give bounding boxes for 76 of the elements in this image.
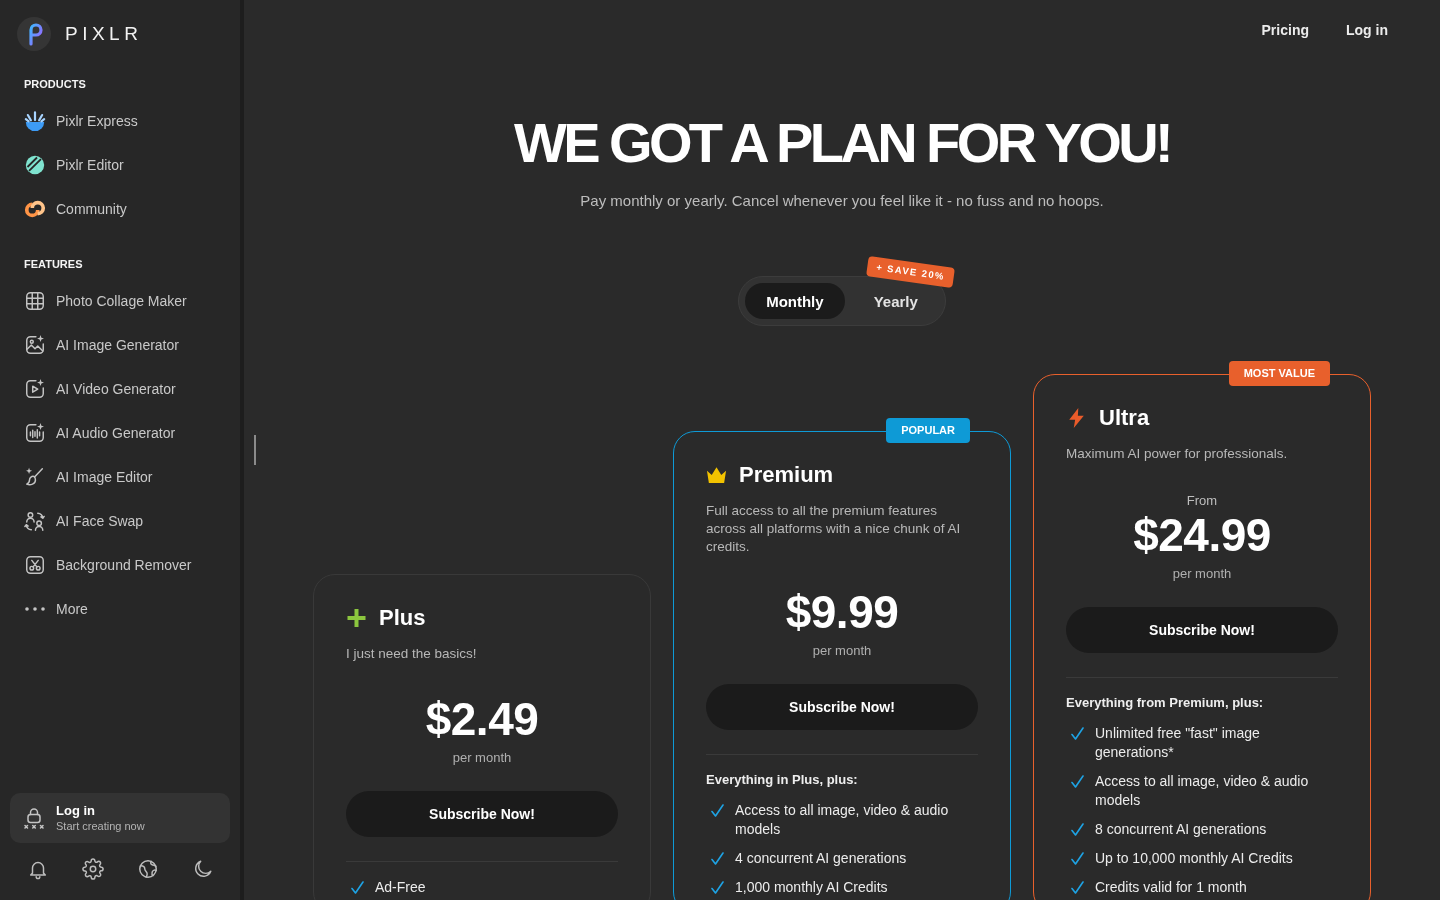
sidebar-item[interactable]: Pixlr Editor: [24, 154, 124, 176]
plan-description: Maximum AI power for professionals.: [1066, 445, 1289, 463]
sidebar-item[interactable]: AI Video Generator: [24, 378, 176, 400]
page-title: WE GOT A PLAN FOR YOU!: [513, 114, 1170, 172]
price-period: per month: [452, 749, 512, 767]
image-sparkle-icon: [24, 334, 46, 356]
check-icon: [1071, 727, 1084, 740]
video-sparkle-icon: [24, 378, 46, 400]
check-icon: [1071, 823, 1084, 836]
lock-icon: [24, 807, 44, 829]
feature-text: Access to all image, video & audio models: [1095, 772, 1310, 810]
check-icon: [1071, 852, 1084, 865]
check-icon: [1071, 775, 1084, 788]
check-icon: [711, 881, 724, 894]
sidebar-item[interactable]: Background Remover: [24, 554, 192, 576]
plan-price: $24.99: [1133, 509, 1271, 561]
sidebar-item[interactable]: AI Image Editor: [24, 466, 153, 488]
subscribe-button[interactable]: Subscribe Now!: [706, 684, 978, 730]
feature-text: Credits valid for 1 month: [1095, 878, 1247, 897]
sidebar-item[interactable]: AI Image Generator: [24, 334, 179, 356]
sidebar-item[interactable]: AI Audio Generator: [24, 422, 176, 444]
plan-name: Plus: [379, 604, 426, 632]
discount-badge: + SAVE 20%: [865, 256, 955, 288]
check-icon: [711, 804, 724, 817]
nav-link[interactable]: Log in: [1346, 22, 1388, 38]
resize-handle[interactable]: [254, 435, 256, 465]
check-icon: [351, 881, 364, 894]
plan-name: Ultra: [1099, 404, 1150, 432]
page-subtitle: Pay monthly or yearly. Cancel whenever you feel like it - no fuss and no hoops.: [580, 191, 1104, 211]
logo-icon[interactable]: [17, 17, 51, 51]
feature-text: 4 concurrent AI generations: [735, 849, 907, 868]
sidebar-item[interactable]: AI Face Swap: [24, 510, 144, 532]
section-heading: PRODUCTS: [24, 77, 86, 91]
nav-link[interactable]: Pricing: [1261, 22, 1309, 38]
audio-wave-icon: [24, 422, 46, 444]
grid-icon: [24, 290, 46, 312]
plan-badge: POPULAR: [886, 418, 970, 443]
moon-icon[interactable]: [192, 858, 214, 880]
plan-description: Full access to all the premium features across all platforms with a nice chunk of AI credits.: [706, 502, 962, 556]
feature-text: Up to 10,000 monthly AI Credits: [1095, 849, 1293, 868]
feature-text: Access to all image, video & audio models: [735, 801, 950, 839]
section-heading: FEATURES: [24, 257, 83, 271]
feature-text: 8 concurrent AI generations: [1095, 820, 1267, 839]
subscribe-button[interactable]: Subscribe Now!: [346, 791, 618, 837]
check-icon: [1071, 881, 1084, 894]
plan-name: Premium: [739, 461, 834, 489]
sidebar-item[interactable]: Community: [24, 198, 127, 220]
subscribe-button[interactable]: Subscribe Now!: [1066, 607, 1338, 653]
login-button[interactable]: Log in Start creating now: [10, 793, 230, 843]
people-swap-icon: [24, 510, 46, 532]
check-icon: [711, 852, 724, 865]
feature-text: 1,000 monthly AI Credits: [735, 878, 888, 897]
settings-icon[interactable]: [82, 858, 104, 880]
price-period: per month: [812, 642, 872, 660]
billing-option[interactable]: Monthly: [745, 283, 845, 319]
sidebar-item[interactable]: Pixlr Express: [24, 110, 138, 132]
price-period: per month: [1172, 565, 1232, 583]
globe-icon[interactable]: [137, 858, 159, 880]
more-icon: [24, 606, 46, 612]
link-icon: [24, 198, 46, 220]
plan-description: I just need the basics!: [346, 645, 478, 663]
feature-text: Ad-Free: [375, 878, 426, 897]
scissors-icon: [24, 554, 46, 576]
plan-price: $9.99: [785, 586, 899, 638]
plan-price: $2.49: [425, 693, 539, 745]
sunburst-icon: [24, 110, 46, 132]
plan-badge: MOST VALUE: [1228, 361, 1330, 386]
price-prefix: From: [1186, 493, 1218, 509]
brand-name: PIXLR: [65, 23, 143, 45]
feature-text: Unlimited free "fast" image generations*: [1095, 724, 1261, 762]
striped-disc-icon: [24, 154, 46, 176]
sidebar-item[interactable]: Photo Collage Maker: [24, 290, 187, 312]
brush-sparkle-icon: [24, 466, 46, 488]
sidebar-item[interactable]: More: [24, 598, 88, 620]
features-heading: Everything in Plus, plus:: [706, 771, 858, 789]
features-heading: Everything from Premium, plus:: [1066, 694, 1264, 712]
